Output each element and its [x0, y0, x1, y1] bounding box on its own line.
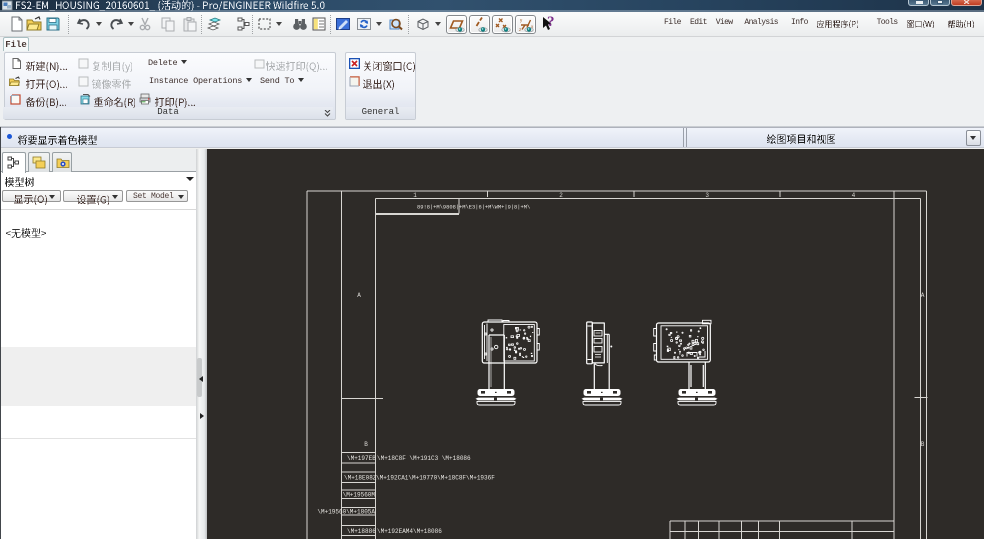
svg-text:z: z	[519, 27, 522, 32]
svg-text:\M+19560\M+1805A: \M+19560\M+1805A	[317, 509, 375, 516]
svg-text:A: A	[357, 292, 361, 299]
svg-text:B: B	[364, 441, 368, 448]
svg-text:y: y	[520, 18, 523, 23]
svg-text:2: 2	[559, 192, 563, 199]
svg-text:\M+197EB: \M+197EB	[347, 455, 376, 462]
svg-text:3: 3	[705, 192, 709, 199]
svg-text:\M+18886: \M+18886	[347, 528, 376, 535]
svg-text:B: B	[921, 441, 925, 448]
svg-text:1: 1	[413, 192, 417, 199]
svg-text:\M+192EAM4\M+18086: \M+192EAM4\M+18086	[377, 528, 442, 535]
svg-text:89!8|+M\9808|+M\E3|6|+M\WM+|9|: 89!8|+M\9808|+M\E3|6|+M\WM+|9|8|+M\	[417, 205, 530, 211]
svg-text:\M+18C8F \M+191C3 \M+18086: \M+18C8F \M+191C3 \M+18086	[377, 455, 471, 462]
svg-text:\M+18E08Z: \M+18E08Z	[344, 475, 377, 482]
svg-text:A: A	[921, 292, 925, 299]
svg-text:4: 4	[852, 192, 856, 199]
svg-text:\M+19560M: \M+19560M	[343, 492, 376, 499]
svg-text:\M+192CA1\M+19770\M+18C8F\M+19: \M+192CA1\M+19770\M+18C8F\M+1936F	[376, 475, 495, 482]
